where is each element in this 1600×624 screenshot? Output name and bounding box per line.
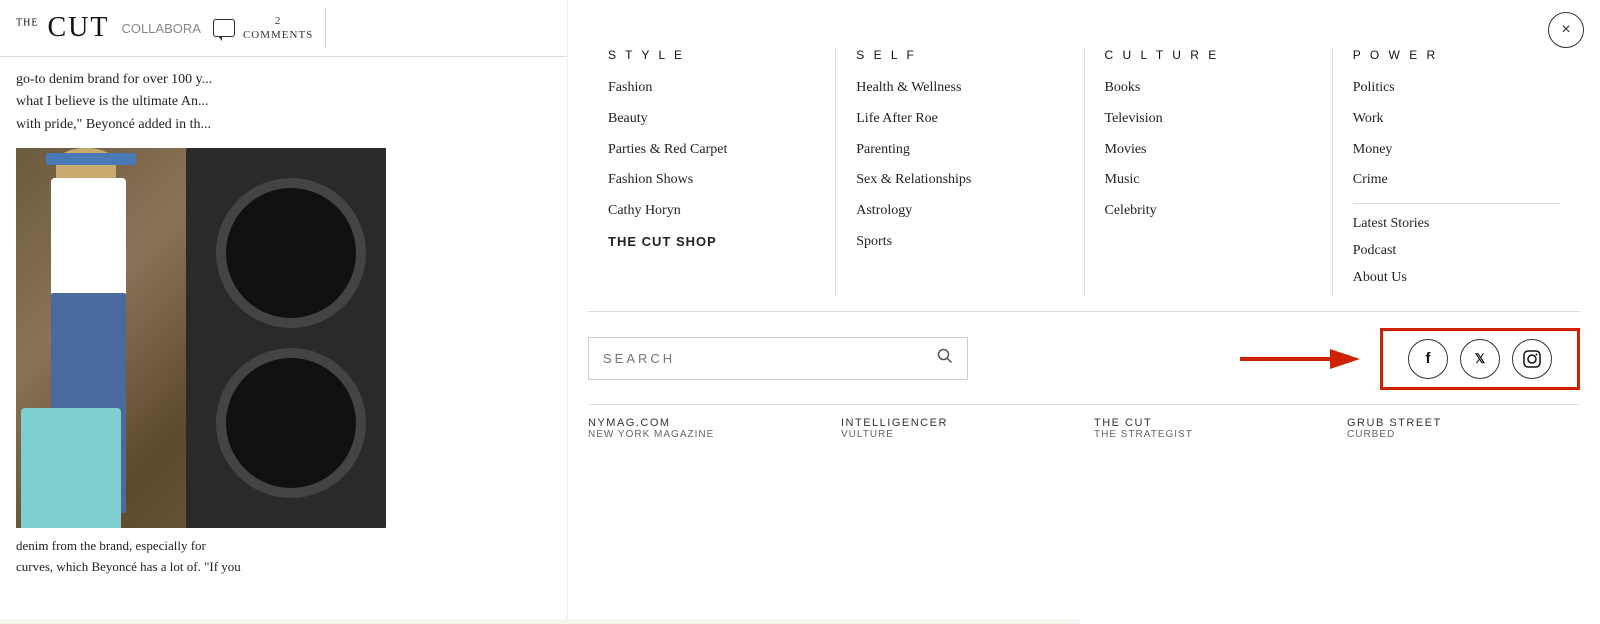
search-icon: [937, 348, 953, 369]
nav-item-health-wellness[interactable]: Health & Wellness: [856, 80, 1063, 97]
footer-new-york-mag[interactable]: NEW YORK MAGAZINE: [588, 429, 821, 440]
nav-item-sex-relationships[interactable]: Sex & Relationships: [856, 172, 1063, 189]
search-box[interactable]: [588, 337, 968, 380]
nav-item-beauty[interactable]: Beauty: [608, 111, 815, 128]
logo: THE CUT: [16, 12, 109, 44]
article-image: [16, 148, 386, 528]
social-icons-area: f 𝕏: [1380, 328, 1580, 390]
search-area: [588, 337, 1220, 380]
article-header: THE CUT COLLABORA 2 COMMENTS: [0, 0, 570, 57]
nav-item-politics[interactable]: Politics: [1353, 80, 1560, 97]
nav-col-self: S E L F Health & Wellness Life After Roe…: [836, 48, 1084, 297]
power-extra: Latest Stories Podcast About Us: [1353, 216, 1560, 286]
comments-label: COMMENTS: [243, 28, 313, 42]
footer-nymag-label[interactable]: NYMAG.COM: [588, 417, 821, 429]
nav-columns: S T Y L E Fashion Beauty Parties & Red C…: [568, 48, 1600, 297]
twitter-icon[interactable]: 𝕏: [1460, 339, 1500, 379]
article-text: go-to denim brand for over 100 y... what…: [0, 57, 570, 148]
nav-item-life-after-roe[interactable]: Life After Roe: [856, 111, 1063, 128]
power-title: P O W E R: [1353, 48, 1560, 62]
nav-item-books[interactable]: Books: [1105, 80, 1312, 97]
search-social-row: f 𝕏: [588, 311, 1580, 390]
instagram-icon[interactable]: [1512, 339, 1552, 379]
nav-item-parenting[interactable]: Parenting: [856, 142, 1063, 159]
arrow-annotation: [1240, 339, 1360, 379]
footer-intelligencer-label[interactable]: INTELLIGENCER: [841, 417, 1074, 429]
nav-item-music[interactable]: Music: [1105, 172, 1312, 189]
article-background: THE CUT COLLABORA 2 COMMENTS go-to denim…: [0, 0, 570, 619]
nav-item-television[interactable]: Television: [1105, 111, 1312, 128]
nav-item-celebrity[interactable]: Celebrity: [1105, 203, 1312, 220]
footer-vulture[interactable]: VULTURE: [841, 429, 1074, 440]
nav-item-about-us[interactable]: About Us: [1353, 270, 1560, 287]
footer-intelligencer[interactable]: INTELLIGENCER VULTURE: [841, 417, 1074, 440]
nav-item-podcast[interactable]: Podcast: [1353, 243, 1560, 260]
nav-item-sports[interactable]: Sports: [856, 234, 1063, 251]
footer-the-cut[interactable]: THE CUT THE STRATEGIST: [1094, 417, 1327, 440]
comment-count: 2: [243, 14, 313, 28]
navigation-overlay: × S T Y L E Fashion Beauty Parties & Red…: [567, 0, 1600, 619]
close-button[interactable]: ×: [1548, 12, 1584, 48]
facebook-icon[interactable]: f: [1408, 339, 1448, 379]
nav-item-fashion-shows[interactable]: Fashion Shows: [608, 172, 815, 189]
footer-the-strategist[interactable]: THE STRATEGIST: [1094, 429, 1327, 440]
search-input[interactable]: [603, 351, 937, 366]
nav-col-culture: C U L T U R E Books Television Movies Mu…: [1085, 48, 1333, 297]
footer-nymag[interactable]: NYMAG.COM NEW YORK MAGAZINE: [588, 417, 821, 440]
header-divider: [325, 8, 326, 48]
nav-top-bar: ×: [568, 0, 1600, 48]
nav-item-fashion[interactable]: Fashion: [608, 80, 815, 97]
nav-item-parties-red-carpet[interactable]: Parties & Red Carpet: [608, 142, 815, 159]
nav-item-movies[interactable]: Movies: [1105, 142, 1312, 159]
nav-item-crime[interactable]: Crime: [1353, 172, 1560, 189]
culture-title: C U L T U R E: [1105, 48, 1312, 62]
nav-item-cathy-horyn[interactable]: Cathy Horyn: [608, 203, 815, 220]
footer-grub-street[interactable]: GRUB STREET CURBED: [1347, 417, 1580, 440]
nav-col-power: P O W E R Politics Work Money Crime Late…: [1333, 48, 1580, 297]
article-bottom-text: denim from the brand, especially for cur…: [0, 528, 570, 586]
comment-area[interactable]: 2 COMMENTS: [213, 14, 313, 43]
footer-the-cut-label[interactable]: THE CUT: [1094, 417, 1327, 429]
footer-grub-street-label[interactable]: GRUB STREET: [1347, 417, 1580, 429]
self-title: S E L F: [856, 48, 1063, 62]
nav-item-latest-stories[interactable]: Latest Stories: [1353, 216, 1560, 233]
nav-footer: NYMAG.COM NEW YORK MAGAZINE INTELLIGENCE…: [588, 404, 1580, 440]
nav-col-style: S T Y L E Fashion Beauty Parties & Red C…: [588, 48, 836, 297]
nav-item-the-cut-shop[interactable]: THE CUT SHOP: [608, 234, 815, 250]
power-divider: [1353, 203, 1560, 204]
nav-item-money[interactable]: Money: [1353, 142, 1560, 159]
nav-item-work[interactable]: Work: [1353, 111, 1560, 128]
nav-item-astrology[interactable]: Astrology: [856, 203, 1063, 220]
comment-bubble-icon: [213, 19, 235, 37]
style-title: S T Y L E: [608, 48, 815, 62]
footer-curbed[interactable]: CURBED: [1347, 429, 1580, 440]
